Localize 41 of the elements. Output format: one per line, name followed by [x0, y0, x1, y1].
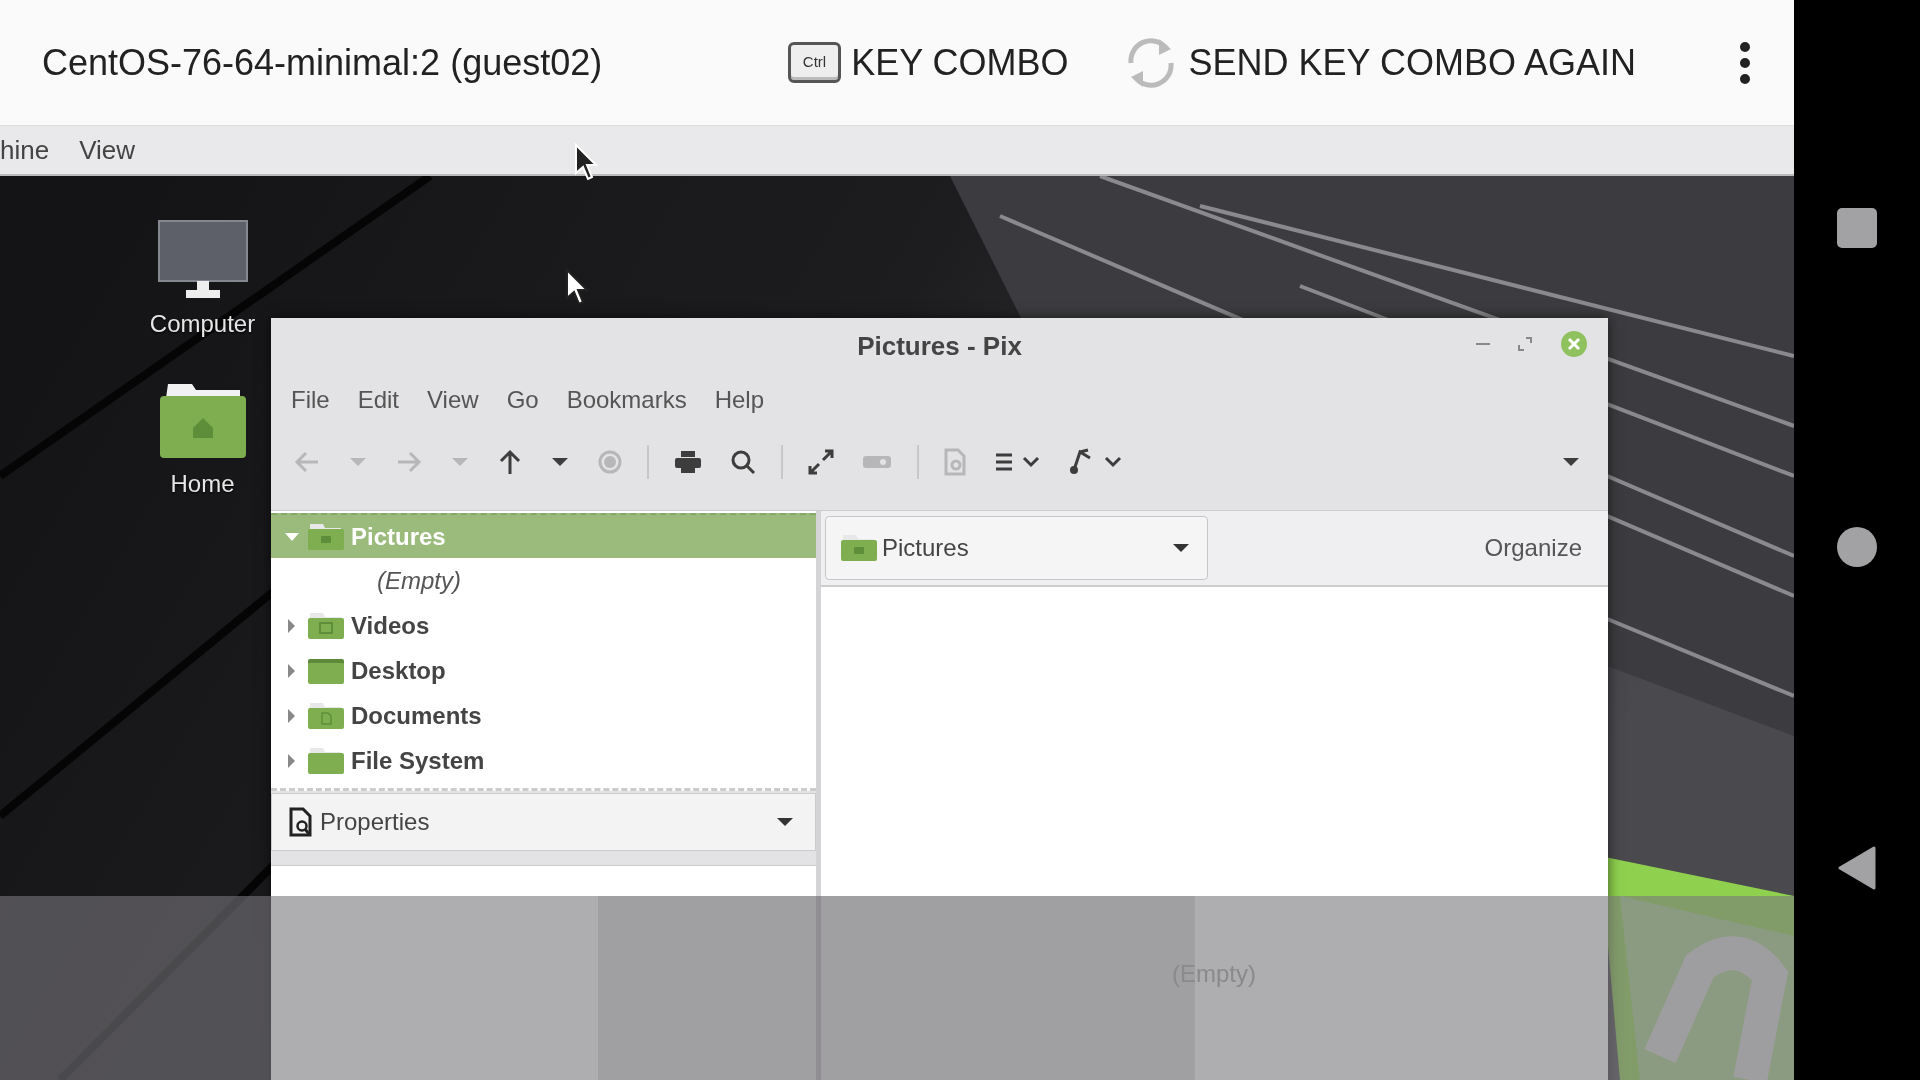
- folder-icon: [840, 534, 878, 562]
- menu-item[interactable]: Edit: [343, 382, 414, 418]
- icon-label: Computer: [149, 309, 256, 339]
- monitor-icon[interactable]: [157, 220, 248, 300]
- panel-title: Properties: [320, 807, 431, 837]
- menu-item[interactable]: File: [277, 382, 344, 418]
- menu-item[interactable]: Go: [492, 382, 553, 418]
- menu-item[interactable]: Bookmarks: [552, 382, 701, 418]
- desktop-folder-icon: [307, 656, 345, 685]
- key-combo-button[interactable]: Ctrl KEY COMBO: [787, 35, 1069, 90]
- document-icon: [288, 807, 314, 837]
- home-nav-icon[interactable]: [1837, 527, 1877, 567]
- window-title: Pictures - Pix: [857, 330, 1022, 363]
- tree-item[interactable]: Desktop: [271, 648, 816, 693]
- organize-button[interactable]: Organize: [1478, 529, 1588, 567]
- menu-item[interactable]: View: [79, 130, 136, 170]
- mouse-pointer-icon: [574, 143, 598, 181]
- menu-item[interactable]: hine: [0, 130, 50, 170]
- back-nav-icon[interactable]: [1838, 846, 1876, 890]
- tree-item[interactable]: File System: [271, 738, 816, 783]
- mouse-pointer-icon: [565, 268, 589, 306]
- tree-item[interactable]: Documents: [271, 693, 816, 738]
- maximize-button[interactable]: [1518, 337, 1532, 351]
- icon-label: Home: [170, 469, 235, 499]
- menu-item[interactable]: Help: [700, 382, 779, 418]
- close-button[interactable]: [1560, 330, 1588, 358]
- dropdown-caret-icon: [1171, 542, 1191, 554]
- minimize-button[interactable]: [1476, 342, 1490, 346]
- folder-icon: [307, 746, 345, 775]
- more-options-icon[interactable]: [1738, 40, 1752, 85]
- menu-item[interactable]: View: [413, 382, 493, 418]
- location-dropdown[interactable]: Pictures: [825, 516, 1208, 580]
- folder-icon: [307, 522, 345, 551]
- send-again-button[interactable]: SEND KEY COMBO AGAIN: [1122, 32, 1636, 93]
- folder-icon: [307, 701, 345, 730]
- folder-icon: [307, 611, 345, 640]
- dropdown-caret-icon[interactable]: [775, 816, 795, 828]
- ctrl-key-icon: Ctrl: [787, 42, 842, 83]
- connection-title: CentOS-76-64-minimal:2 (guest02): [42, 40, 603, 85]
- tree-item[interactable]: Videos: [271, 603, 816, 648]
- tree-item[interactable]: (Empty): [271, 558, 816, 603]
